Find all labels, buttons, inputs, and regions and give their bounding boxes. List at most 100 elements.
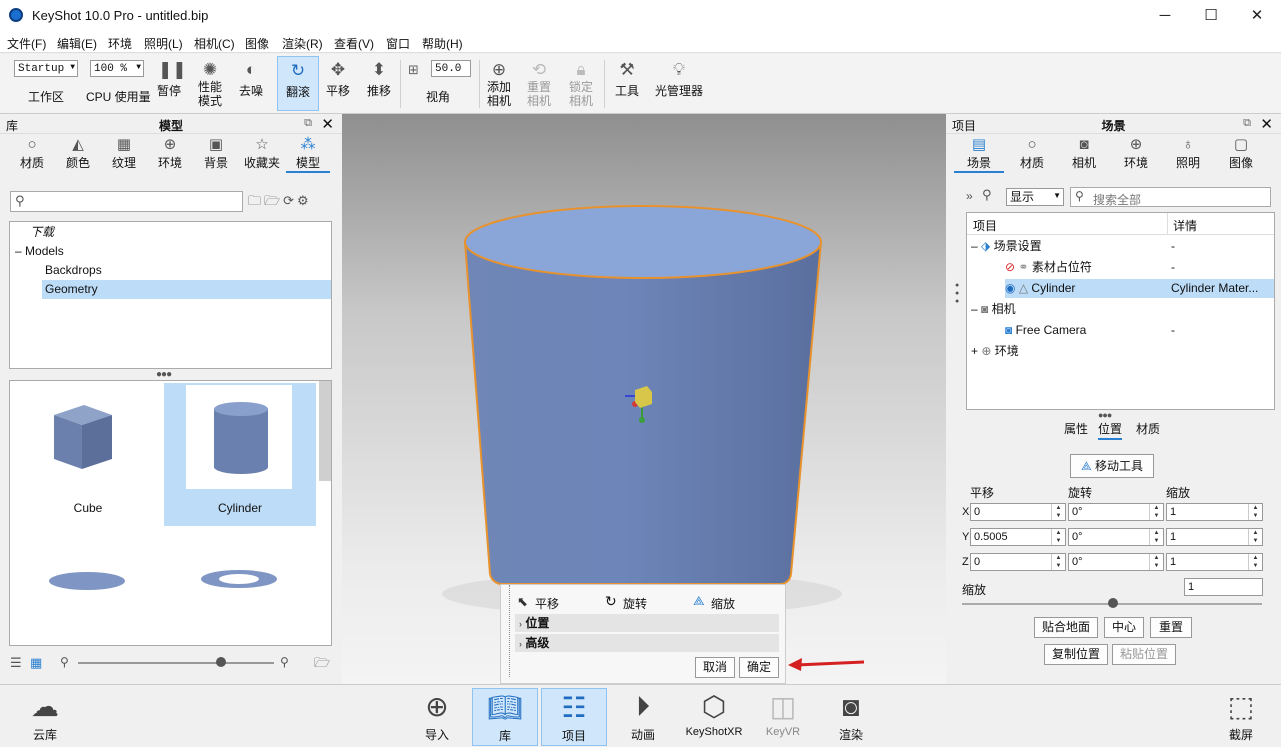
drag-handle[interactable] (509, 585, 510, 677)
thumb-cube[interactable]: Cube (12, 383, 164, 526)
gizmo-move-label[interactable]: 平移 (535, 595, 559, 612)
performance-mode-button[interactable]: ✺ 性能 模式 (192, 58, 228, 108)
rotate-y-field[interactable]: 0° ▲ ▼ (1068, 528, 1164, 546)
denoise-button[interactable]: ◐ 去噪 (234, 58, 268, 98)
tumble-button[interactable]: ↻ 翻滚 (277, 56, 319, 111)
tab-environment[interactable]: ⊕ 环境 (1114, 136, 1158, 171)
scene-search-input[interactable]: ⚲ 搜索全部 (1070, 187, 1271, 207)
gizmo-rotate-label[interactable]: 旋转 (623, 595, 647, 612)
dolly-button[interactable]: ⬍ 推移 (364, 58, 394, 98)
keyvr-button[interactable]: ◫ KeyVR (750, 688, 816, 738)
scale-x-field[interactable]: 1 ▲ ▼ (1166, 503, 1263, 521)
disc-thumbnails[interactable] (10, 561, 330, 601)
paste-position-button[interactable]: 粘贴位置 (1112, 644, 1176, 665)
spinner-icon[interactable]: ▲ ▼ (1248, 529, 1262, 545)
tab-colors[interactable]: ◭ 颜色 (56, 136, 100, 171)
scene-filter-icon[interactable]: ⚲ (982, 187, 992, 203)
spinner-icon[interactable]: ▲ ▼ (1149, 529, 1163, 545)
reset-button[interactable]: 重置 (1150, 617, 1192, 638)
collapse-icon[interactable]: – (971, 302, 978, 316)
import-button[interactable]: ⊕ 导入 (404, 688, 470, 743)
cloud-library-button[interactable]: ☁ 云库 (12, 688, 78, 743)
render-viewport[interactable]: ⬉ 平移 ↻ 旋转 ⟁ 缩放 › 位置 › 高级 取消 确定 (342, 114, 946, 684)
menu-environment[interactable]: 环境 (108, 35, 132, 52)
pan-button[interactable]: ✥ 平移 (323, 58, 353, 98)
subtab-properties[interactable]: 属性 (1064, 420, 1088, 437)
library-search-input[interactable]: ⚲ (10, 191, 243, 212)
animation-button[interactable]: ⏵ 动画 (610, 688, 676, 743)
spinner-icon[interactable]: ▲ ▼ (1149, 504, 1163, 520)
import-folder-icon[interactable]: 🗁 (264, 193, 283, 208)
fov-input[interactable]: 50.0 (431, 60, 471, 77)
scale-z-field[interactable]: 1 ▲ ▼ (1166, 553, 1263, 571)
spinner-icon[interactable]: ▲ ▼ (1051, 554, 1065, 570)
tree-node-models[interactable]: – Models (15, 242, 64, 261)
slider-handle[interactable] (216, 657, 226, 667)
settings-icon[interactable]: ⚙ (297, 193, 312, 208)
spinner-icon[interactable]: ▲ ▼ (1248, 554, 1262, 570)
menu-image[interactable]: 图像 (245, 35, 269, 52)
library-button[interactable]: 📖︎ 库 (472, 688, 538, 746)
hidden-eye-icon[interactable]: ⊘ (1005, 260, 1015, 274)
subtab-position[interactable]: 位置 (1098, 420, 1123, 440)
menu-help[interactable]: 帮助(H) (422, 35, 463, 52)
grid-view-icon[interactable]: ▦ (30, 655, 42, 671)
tree-node-backdrops[interactable]: Backdrops (45, 261, 102, 280)
menu-camera[interactable]: 相机(C) (194, 35, 235, 52)
translate-x-field[interactable]: 0 ▲ ▼ (970, 503, 1066, 521)
snap-to-ground-button[interactable]: 贴合地面 (1034, 617, 1098, 638)
tab-materials[interactable]: ○ 材质 (10, 136, 54, 171)
tab-materials[interactable]: ○ 材质 (1010, 136, 1054, 171)
render-button[interactable]: ◙ 渲染 (818, 688, 884, 743)
thumb-cylinder[interactable]: Cylinder (164, 383, 316, 526)
light-manager-button[interactable]: 💡︎ 光管理器 (652, 58, 706, 98)
rotate-x-field[interactable]: 0° ▲ ▼ (1068, 503, 1164, 521)
tools-button[interactable]: ⚒ 工具 (612, 58, 642, 98)
gizmo-scale-label[interactable]: 缩放 (711, 595, 735, 612)
side-splitter-handle[interactable]: ● ● ● (955, 282, 959, 306)
rotate-z-field[interactable]: 0° ▲ ▼ (1068, 553, 1164, 571)
tree-row-free-camera[interactable]: ◙ Free Camera - (1005, 321, 1271, 340)
close-panel-icon[interactable]: ✕ (321, 115, 334, 133)
tab-backplates[interactable]: ▣ 背景 (194, 136, 238, 171)
tab-image[interactable]: ▢ 图像 (1219, 136, 1263, 171)
minimize-button[interactable]: ─ (1142, 0, 1188, 31)
add-camera-button[interactable]: ⊕ 添加 相机 (484, 58, 514, 108)
tab-textures[interactable]: ▦ 纹理 (102, 136, 146, 171)
menu-window[interactable]: 窗口 (386, 35, 410, 52)
float-panel-icon[interactable]: ⧉ (1243, 117, 1251, 130)
subtab-material[interactable]: 材质 (1136, 420, 1160, 437)
menu-render[interactable]: 渲染(R) (282, 35, 323, 52)
zoom-in-icon[interactable]: ⚲ (280, 655, 289, 669)
tree-node-geometry[interactable]: Geometry (42, 280, 331, 299)
tab-camera[interactable]: ◙ 相机 (1062, 136, 1106, 171)
splitter-handle[interactable]: ●●● (1098, 410, 1112, 420)
menu-file[interactable]: 文件(F) (7, 35, 46, 52)
spinner-icon[interactable]: ▲ ▼ (1051, 504, 1065, 520)
copy-position-button[interactable]: 复制位置 (1044, 644, 1108, 665)
slider-handle[interactable] (1108, 598, 1118, 608)
tab-models[interactable]: ⁂ 模型 (286, 136, 330, 173)
translate-z-field[interactable]: 0 ▲ ▼ (970, 553, 1066, 571)
reset-camera-button[interactable]: ⟲ 重置 相机 (524, 58, 554, 108)
position-section[interactable]: › 位置 (515, 614, 779, 632)
spinner-icon[interactable]: ▲ ▼ (1248, 504, 1262, 520)
tree-row-camera[interactable]: – ◙ 相机 (971, 300, 1271, 319)
screenshot-button[interactable]: ⬚ 截屏 (1208, 688, 1274, 743)
list-view-icon[interactable]: ☰ (10, 655, 22, 671)
tree-row-material-placeholder[interactable]: ⊘ ⚭ 素材占位符 - (1005, 258, 1271, 277)
tree-row-scene-settings[interactable]: – ⬗ 场景设置 - (971, 237, 1271, 256)
tab-lighting[interactable]: ♁ 照明 (1166, 136, 1210, 171)
keyshotxr-button[interactable]: ⬡ KeyShotXR (680, 688, 748, 738)
scale-y-field[interactable]: 1 ▲ ▼ (1166, 528, 1263, 546)
scrollbar-thumb[interactable] (319, 381, 331, 481)
tab-scene[interactable]: ▤ 场景 (954, 136, 1004, 173)
menu-view[interactable]: 查看(V) (334, 35, 374, 52)
eye-icon[interactable]: ◉ (1005, 281, 1015, 295)
lock-camera-button[interactable]: 🔒︎ 锁定 相机 (566, 58, 596, 108)
menu-lighting[interactable]: 照明(L) (144, 35, 183, 52)
move-tool-button[interactable]: ⟁ 移动工具 (1070, 454, 1154, 478)
spinner-icon[interactable]: ▲ ▼ (1149, 554, 1163, 570)
expand-icon[interactable]: » (966, 189, 973, 203)
collapse-icon[interactable]: – (971, 239, 978, 253)
